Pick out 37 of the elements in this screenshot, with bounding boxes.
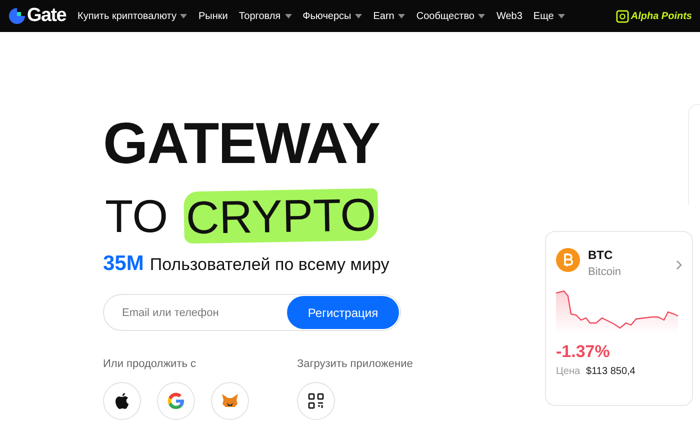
fox-login-button[interactable] bbox=[211, 382, 249, 420]
logo-icon bbox=[8, 7, 26, 25]
apple-login-button[interactable] bbox=[103, 382, 141, 420]
download-label: Загрузить приложение bbox=[297, 358, 413, 370]
user-count: 35M bbox=[103, 252, 144, 276]
google-icon bbox=[167, 392, 185, 410]
fox-icon bbox=[221, 393, 239, 409]
nav-item[interactable]: Купить криптовалюту bbox=[72, 10, 193, 22]
qr-code-button[interactable] bbox=[297, 382, 335, 420]
price-change: -1.37% bbox=[556, 342, 611, 362]
price-value: $113 850,4 bbox=[586, 366, 636, 377]
price-label: Цена bbox=[556, 366, 580, 377]
nav-item[interactable]: Сообщество bbox=[410, 10, 491, 22]
headline-word: CRYPTO bbox=[184, 188, 379, 244]
logo-text[interactable]: Gate bbox=[27, 5, 66, 27]
qr-code-icon bbox=[308, 393, 324, 409]
coin-name: Bitcoin bbox=[588, 266, 622, 278]
continue-label: Или продолжить с bbox=[103, 358, 198, 370]
headline: GATEWAY bbox=[103, 114, 381, 174]
nav-item[interactable]: Web3 bbox=[490, 10, 528, 22]
ticker-card[interactable]: BTC Bitcoin -1.37% Цена $113 850,4 bbox=[545, 231, 693, 406]
signup-field[interactable]: Email или телефон Регистрация bbox=[103, 294, 401, 331]
register-button[interactable]: Регистрация bbox=[287, 296, 399, 329]
nav-item[interactable]: Торговля bbox=[233, 10, 298, 22]
nav-item[interactable]: Фьючерсы bbox=[297, 10, 368, 22]
google-login-button[interactable] bbox=[157, 382, 195, 420]
apple-icon bbox=[114, 392, 130, 410]
headline-word: TO bbox=[104, 190, 170, 242]
nav-item[interactable]: Earn bbox=[368, 10, 411, 22]
coin-symbol: BTC bbox=[588, 248, 614, 262]
chevron-right-icon[interactable] bbox=[676, 260, 682, 270]
points-icon bbox=[616, 10, 629, 22]
nav-item[interactable]: Рынки bbox=[192, 10, 234, 22]
promo-link[interactable]: Alpha Points bbox=[616, 10, 692, 22]
user-count-label: Пользователей по всему миру bbox=[150, 255, 390, 275]
bitcoin-icon bbox=[556, 248, 580, 272]
nav-item[interactable]: Еще bbox=[528, 10, 570, 22]
